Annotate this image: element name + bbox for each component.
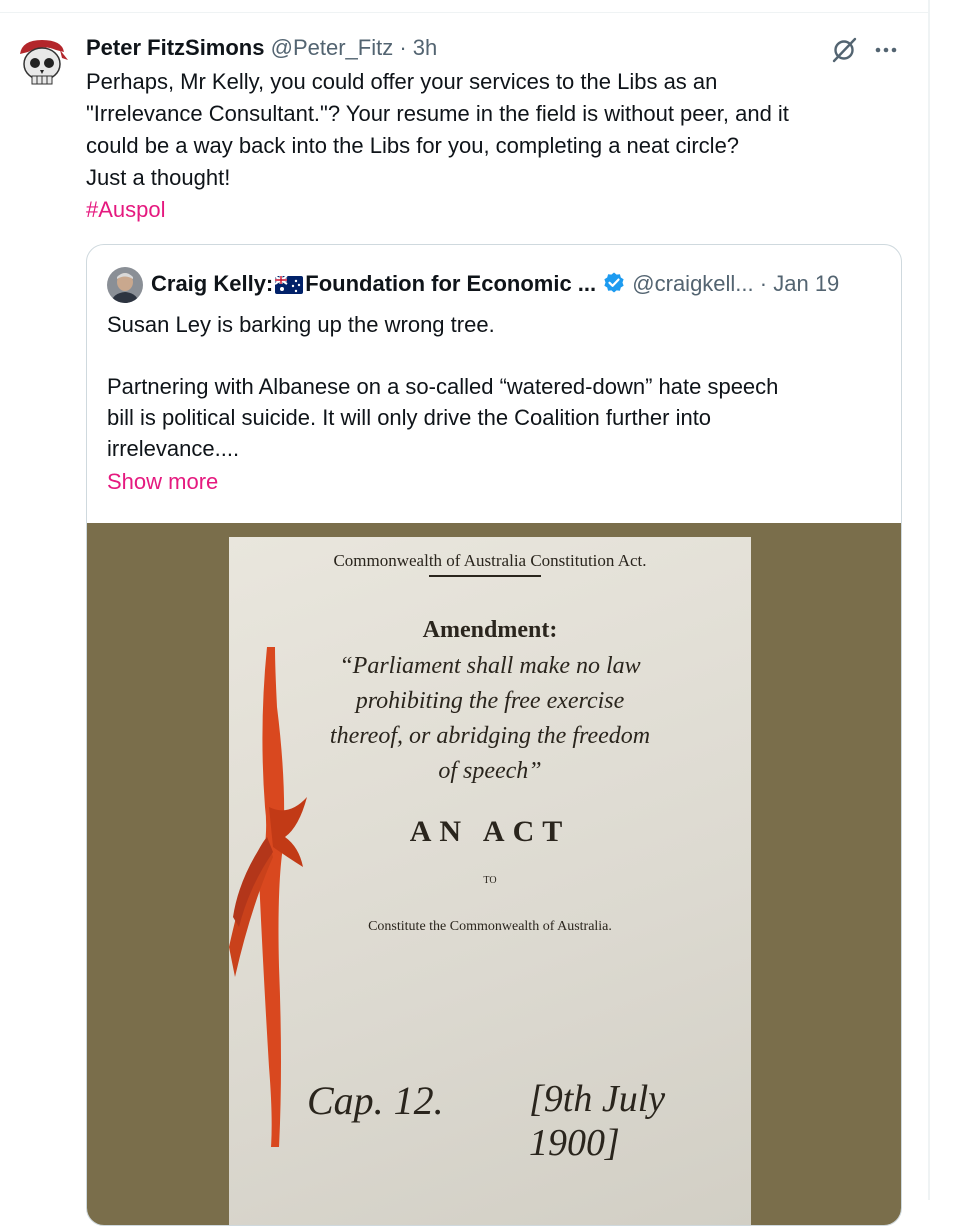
post-text-line: Just a thought! xyxy=(86,165,231,190)
quoted-separator: · xyxy=(759,271,768,296)
quoted-text-line xyxy=(107,340,887,371)
date-signature: [9th July 1900] xyxy=(529,1078,666,1164)
document-title: Commonwealth of Australia Constitution A… xyxy=(333,551,647,570)
quoted-text-line: irrelevance.... xyxy=(107,436,240,461)
post-text-line: could be a way back into the Libs for yo… xyxy=(86,133,740,158)
quoted-name-prefix: Craig Kelly: xyxy=(151,271,274,296)
document-page: Commonwealth of Australia Constitution A… xyxy=(229,537,751,1225)
timeline-border xyxy=(928,0,930,1200)
cap-signature: Cap. 12. xyxy=(307,1078,444,1123)
author-avatar[interactable] xyxy=(12,32,70,90)
australia-flag-icon xyxy=(274,272,304,302)
post-text-line: "Irrelevance Consultant."? Your resume i… xyxy=(86,101,789,126)
post-header: Peter FitzSimons @Peter_Fitz · 3h xyxy=(86,34,437,62)
quoted-name-rest: Foundation for Economic ... xyxy=(305,271,597,296)
post-text-line: Perhaps, Mr Kelly, you could offer your … xyxy=(86,69,718,94)
post-time[interactable]: 3h xyxy=(413,35,437,60)
skull-avatar-icon xyxy=(12,32,70,90)
quoted-author-name[interactable]: Craig Kelly: Foundation for Economic ... xyxy=(151,271,596,296)
person-photo-icon xyxy=(107,267,143,303)
top-divider xyxy=(0,12,928,13)
title-underline xyxy=(429,575,541,577)
show-more-link[interactable]: Show more xyxy=(107,467,218,497)
quoted-handle[interactable]: @craigkell... xyxy=(632,271,753,296)
quoted-post-card[interactable]: Craig Kelly: Foundation for Economic ... … xyxy=(86,244,902,1226)
quoted-date[interactable]: Jan 19 xyxy=(773,271,839,296)
quoted-text-line: bill is political suicide. It will only … xyxy=(107,405,712,430)
more-options-icon[interactable] xyxy=(872,36,900,64)
author-name[interactable]: Peter FitzSimons xyxy=(86,35,264,60)
quoted-media-image[interactable]: Commonwealth of Australia Constitution A… xyxy=(87,523,901,1225)
quoted-author-avatar[interactable] xyxy=(107,267,143,303)
grok-icon[interactable] xyxy=(830,36,858,64)
header-separator: · xyxy=(399,35,407,60)
amendment-label: Amendment: xyxy=(422,617,558,643)
author-handle[interactable]: @Peter_Fitz xyxy=(271,35,394,60)
quoted-text: Susan Ley is barking up the wrong tree. … xyxy=(107,309,887,464)
hashtag-link[interactable]: #Auspol xyxy=(86,194,916,226)
quoted-header: Craig Kelly: Foundation for Economic ... … xyxy=(151,269,839,302)
red-ribbon-icon xyxy=(229,647,307,1147)
post-text: Perhaps, Mr Kelly, you could offer your … xyxy=(86,66,916,226)
verified-badge-icon xyxy=(602,271,626,295)
quoted-text-line: Susan Ley is barking up the wrong tree. xyxy=(107,312,495,337)
quoted-text-line: Partnering with Albanese on a so-called … xyxy=(107,374,779,399)
